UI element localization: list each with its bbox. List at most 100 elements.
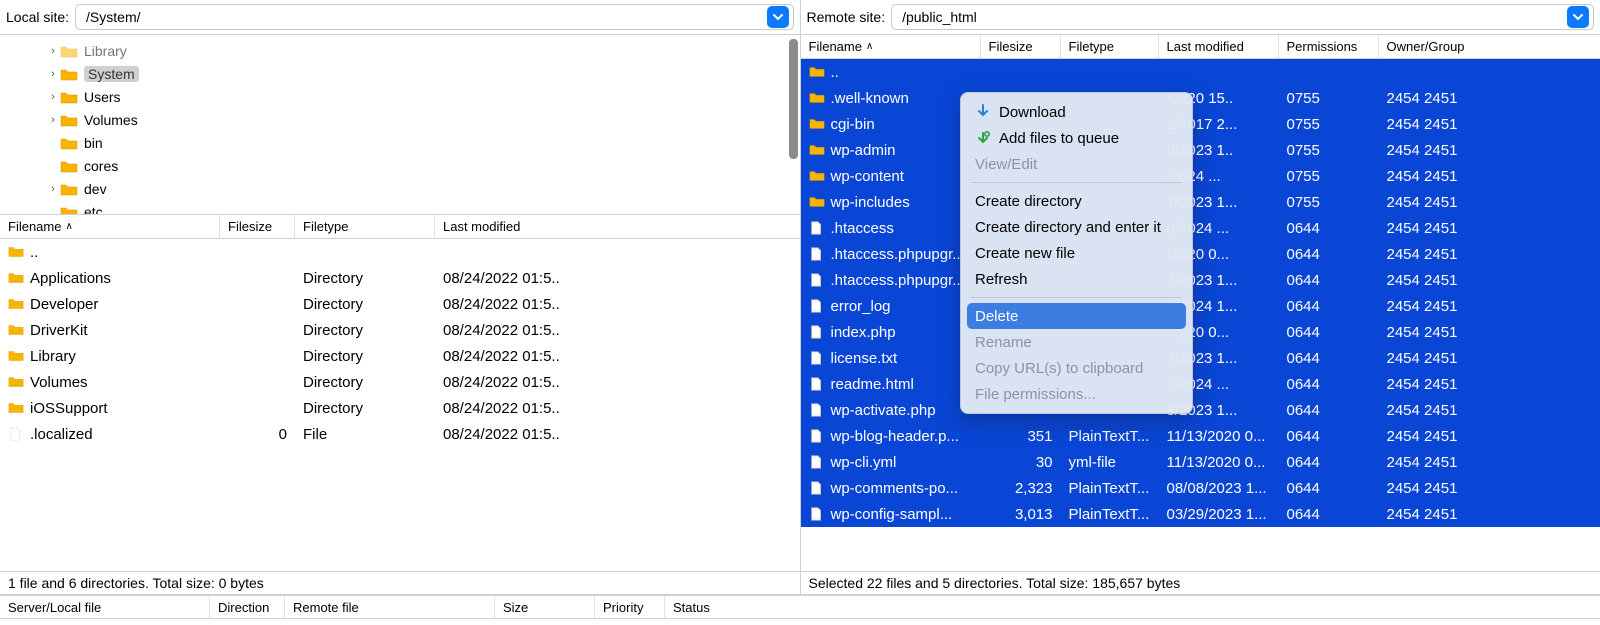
local-col-filename[interactable]: Filename∧ (0, 215, 220, 238)
list-item[interactable]: DriverKitDirectory08/24/2022 01:5.. (0, 317, 800, 343)
local-site-label: Local site: (6, 9, 69, 25)
file-permissions: 0755 (1279, 194, 1379, 211)
list-item[interactable]: wp-config-sampl...3,013PlainTextT...03/2… (801, 501, 1600, 527)
menu-download[interactable]: Download (961, 99, 1192, 125)
file-modified: 08/24/2022 01:5.. (435, 348, 585, 365)
file-permissions: 0755 (1279, 142, 1379, 159)
queue-col-remote[interactable]: Remote file (285, 596, 495, 618)
file-type: PlainTextT... (1061, 428, 1159, 445)
menu-create-directory-enter[interactable]: Create directory and enter it (961, 214, 1192, 240)
file-name: wp-comments-po... (831, 480, 959, 497)
list-item[interactable]: wp-cli.yml30yml-file11/13/2020 0...06442… (801, 449, 1600, 475)
tree-item[interactable]: ›System (0, 62, 800, 85)
file-icon (809, 428, 825, 444)
remote-context-menu[interactable]: Download Add files to queue View/Edit Cr… (960, 92, 1193, 414)
file-name: wp-activate.php (831, 402, 936, 419)
file-icon (809, 220, 825, 236)
local-file-list[interactable]: ..ApplicationsDirectory08/24/2022 01:5..… (0, 239, 800, 571)
disclosure-icon[interactable]: › (46, 45, 60, 57)
menu-create-directory[interactable]: Create directory (961, 188, 1192, 214)
local-tree-scrollbar[interactable] (789, 39, 798, 159)
local-col-filesize[interactable]: Filesize (220, 215, 295, 238)
remote-col-permissions[interactable]: Permissions (1279, 35, 1379, 58)
list-item[interactable]: DeveloperDirectory08/24/2022 01:5.. (0, 291, 800, 317)
list-item[interactable]: cgi-bin2/2017 2...07552454 2451 (801, 111, 1600, 137)
tree-item[interactable]: ›dev (0, 177, 800, 200)
queue-col-size[interactable]: Size (495, 596, 595, 618)
list-item[interactable]: wp-activate.php8/2023 1...06442454 2451 (801, 397, 1600, 423)
local-col-filetype[interactable]: Filetype (295, 215, 435, 238)
file-name: wp-includes (831, 194, 910, 211)
disclosure-icon[interactable]: › (46, 114, 60, 126)
list-item[interactable]: readme.html0/2024 ...06442454 2451 (801, 371, 1600, 397)
list-item[interactable]: index.php/2020 0...06442454 2451 (801, 319, 1600, 345)
disclosure-icon[interactable]: › (46, 183, 60, 195)
tree-item[interactable]: › Volumes (0, 108, 800, 131)
remote-col-filetype[interactable]: Filetype (1061, 35, 1159, 58)
remote-path-combo[interactable] (891, 4, 1594, 30)
list-item[interactable]: ApplicationsDirectory08/24/2022 01:5.. (0, 265, 800, 291)
tree-item[interactable]: bin (0, 131, 800, 154)
list-item[interactable]: wp-admin8/2023 1..07552454 2451 (801, 137, 1600, 163)
tree-item-label: etc (84, 204, 103, 216)
list-item[interactable]: VolumesDirectory08/24/2022 01:5.. (0, 369, 800, 395)
file-name: Library (30, 348, 76, 365)
file-permissions: 0644 (1279, 272, 1379, 289)
menu-create-new-file[interactable]: Create new file (961, 240, 1192, 266)
menu-delete[interactable]: Delete (967, 303, 1186, 329)
list-item[interactable]: wp-blog-header.p...351PlainTextT...11/13… (801, 423, 1600, 449)
file-owner: 2454 2451 (1379, 272, 1479, 289)
file-name: Volumes (30, 374, 88, 391)
list-item[interactable]: .htaccess8/2024 ...06442454 2451 (801, 215, 1600, 241)
list-item[interactable]: wp-includes7/2023 1...07552454 2451 (801, 189, 1600, 215)
tree-item[interactable]: cores (0, 154, 800, 177)
list-item[interactable]: LibraryDirectory08/24/2022 01:5.. (0, 343, 800, 369)
list-item[interactable]: .. (0, 239, 800, 265)
list-item[interactable]: .htaccess.phpupgr.../2020 0...06442454 2… (801, 241, 1600, 267)
remote-col-lastmod[interactable]: Last modified (1159, 35, 1279, 58)
queue-col-status[interactable]: Status (665, 596, 785, 618)
add-to-queue-icon (975, 130, 991, 146)
list-item[interactable]: .. (801, 59, 1600, 85)
list-item[interactable]: wp-content/2024 ...07552454 2451 (801, 163, 1600, 189)
list-item[interactable]: .localized0File08/24/2022 01:5.. (0, 421, 800, 447)
folder-icon (8, 244, 24, 260)
remote-file-list[interactable]: ...well-known/2020 15..07552454 2451cgi-… (801, 59, 1600, 571)
list-item[interactable]: error_log7/2024 1...06442454 2451 (801, 293, 1600, 319)
file-icon (809, 272, 825, 288)
list-item[interactable]: wp-comments-po...2,323PlainTextT...08/08… (801, 475, 1600, 501)
disclosure-icon[interactable]: › (46, 68, 60, 80)
disclosure-icon[interactable]: › (46, 91, 60, 103)
list-item[interactable]: license.txt7/2023 1...06442454 2451 (801, 345, 1600, 371)
remote-path-dropdown-button[interactable] (1567, 6, 1589, 28)
file-modified: 11/13/2020 0... (1159, 454, 1279, 471)
folder-icon (8, 322, 24, 338)
list-item[interactable]: .htaccess.phpupgr...7/2023 1...06442454 … (801, 267, 1600, 293)
file-modified: 08/08/2023 1... (1159, 480, 1279, 497)
tree-item-label: Volumes (84, 112, 138, 128)
queue-col-file[interactable]: Server/Local file (0, 596, 210, 618)
list-item[interactable]: .well-known/2020 15..07552454 2451 (801, 85, 1600, 111)
remote-col-owner[interactable]: Owner/Group (1379, 35, 1479, 58)
queue-col-dir[interactable]: Direction (210, 596, 285, 618)
queue-col-priority[interactable]: Priority (595, 596, 665, 618)
menu-refresh[interactable]: Refresh (961, 266, 1192, 292)
remote-col-filesize[interactable]: Filesize (981, 35, 1061, 58)
list-item[interactable]: iOSSupportDirectory08/24/2022 01:5.. (0, 395, 800, 421)
remote-path-input[interactable] (902, 9, 1567, 25)
folder-icon (809, 142, 825, 158)
file-owner: 2454 2451 (1379, 220, 1479, 237)
tree-item[interactable]: etc (0, 200, 800, 215)
menu-add-to-queue[interactable]: Add files to queue (961, 125, 1192, 151)
file-size: 30 (981, 454, 1061, 471)
file-modified: 08/24/2022 01:5.. (435, 426, 585, 443)
local-col-lastmod[interactable]: Last modified (435, 215, 585, 238)
local-status-bar: 1 file and 6 directories. Total size: 0 … (0, 571, 800, 595)
local-path-dropdown-button[interactable] (767, 6, 789, 28)
remote-col-filename[interactable]: Filename∧ (801, 35, 981, 58)
local-path-combo[interactable] (75, 4, 793, 30)
local-folder-tree[interactable]: ›Library›System›Users›Volumesbincores›de… (0, 35, 800, 215)
tree-item[interactable]: ›Users (0, 85, 800, 108)
tree-item[interactable]: ›Library (0, 39, 800, 62)
local-path-input[interactable] (86, 9, 766, 25)
